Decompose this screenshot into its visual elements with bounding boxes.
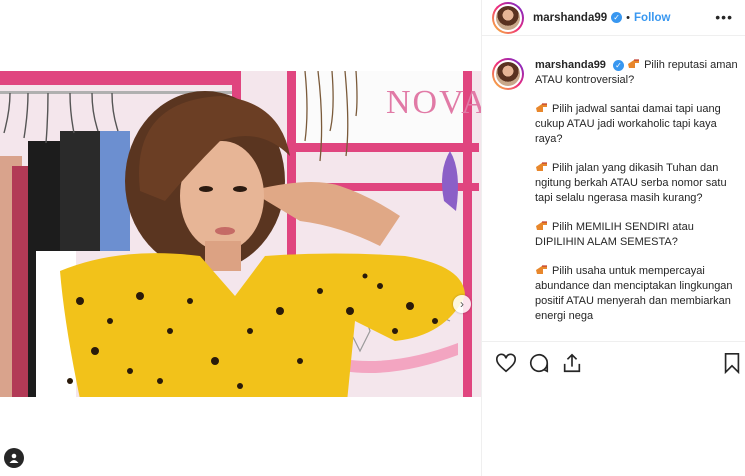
- pointing-hand-emoji: [536, 103, 547, 112]
- pointing-hand-emoji: [536, 221, 547, 230]
- user-tag-button[interactable]: [4, 448, 24, 468]
- caption-avatar-image: [494, 60, 522, 88]
- verified-badge-icon: ✓: [611, 12, 623, 23]
- author-avatar[interactable]: [492, 1, 524, 34]
- carousel-next-button[interactable]: ›: [453, 295, 471, 313]
- author-avatar-image: [494, 3, 522, 32]
- author-username[interactable]: marshanda99: [533, 12, 607, 24]
- pointing-hand-emoji: [628, 59, 640, 68]
- pointing-hand-emoji: [536, 265, 547, 274]
- post-header: marshanda99 ✓ • Follow •••: [482, 0, 745, 36]
- caption-line: Pilih jalan yang dikasih Tuhan dan ngitu…: [535, 162, 727, 204]
- caption-paragraph: Pilih jadwal santai damai tapi uang cuku…: [535, 102, 739, 147]
- caption-comment: marshanda99 ✓ Pilih reputasi aman ATAU k…: [492, 58, 739, 338]
- caption-paragraph: marshanda99 ✓ Pilih reputasi aman ATAU k…: [535, 58, 739, 88]
- user-tag-icon: [9, 453, 19, 463]
- caption-avatar[interactable]: [492, 58, 524, 90]
- like-button[interactable]: [495, 352, 517, 374]
- pointing-hand-emoji: [536, 162, 547, 171]
- save-button[interactable]: [721, 352, 743, 374]
- heart-icon: [496, 353, 516, 373]
- media-column: NOVA ›: [0, 0, 481, 476]
- bookmark-icon: [724, 353, 740, 374]
- follow-button[interactable]: Follow: [634, 12, 670, 24]
- header-separator: •: [626, 11, 631, 24]
- caption-section: marshanda99 ✓ Pilih reputasi aman ATAU k…: [492, 58, 739, 341]
- caption-paragraph: Pilih MEMILIH SENDIRI atau DIPILIHIN ALA…: [535, 220, 739, 250]
- share-icon: [563, 353, 581, 373]
- verified-badge-icon: ✓: [613, 59, 624, 71]
- caption-line: Pilih MEMILIH SENDIRI atau DIPILIHIN ALA…: [535, 221, 694, 248]
- post-photo[interactable]: NOVA ›: [0, 71, 481, 397]
- share-button[interactable]: [561, 352, 583, 374]
- action-bar: [482, 341, 745, 385]
- nova-sign-text: NOVA: [386, 84, 481, 121]
- caption-line: Pilih jadwal santai damai tapi uang cuku…: [535, 103, 721, 145]
- post-side-panel: marshanda99 ✓ • Follow ••• marshanda99 ✓…: [481, 0, 745, 476]
- caption-paragraph: Pilih usaha untuk mempercayai abundance …: [535, 264, 739, 324]
- post-photo-illustration: NOVA: [0, 71, 481, 397]
- caption-paragraph: Pilih jalan yang dikasih Tuhan dan ngitu…: [535, 161, 739, 206]
- caption-line: Pilih usaha untuk mempercayai abundance …: [535, 265, 733, 322]
- caption-text-block: marshanda99 ✓ Pilih reputasi aman ATAU k…: [535, 58, 739, 338]
- comment-icon: [529, 354, 549, 373]
- more-options-icon[interactable]: •••: [715, 9, 733, 25]
- caption-username[interactable]: marshanda99: [535, 59, 606, 71]
- comment-button[interactable]: [528, 352, 550, 374]
